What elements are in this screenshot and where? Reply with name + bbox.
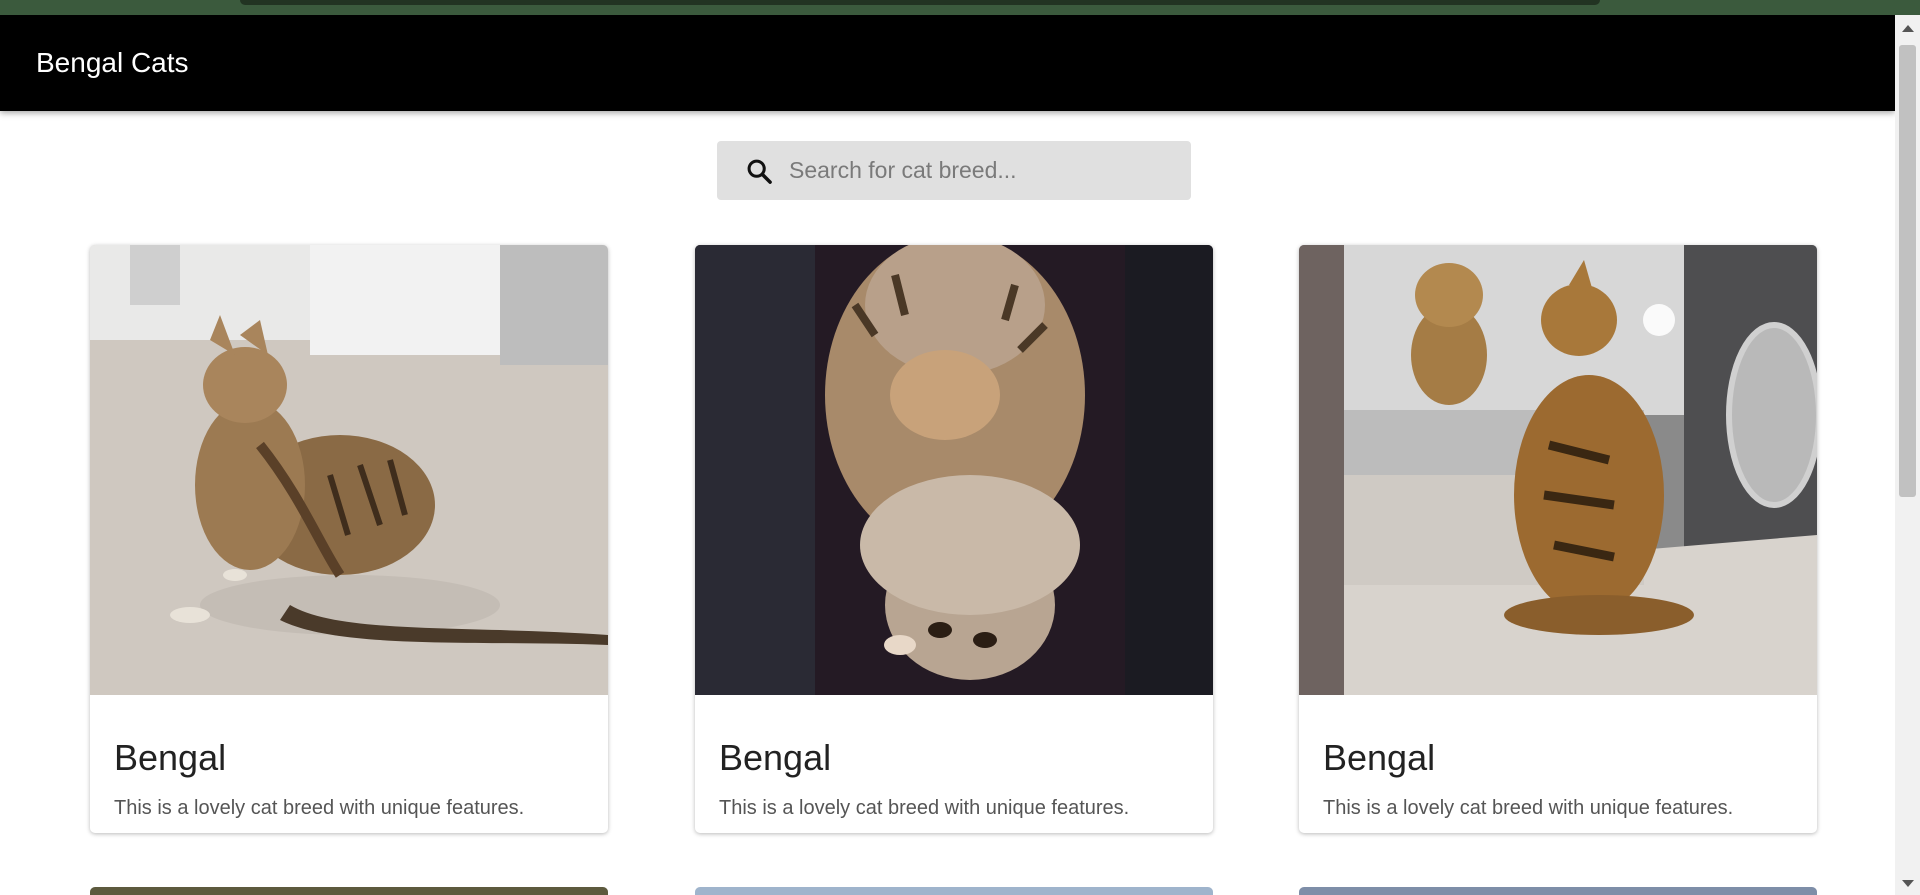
scroll-up-arrow-icon[interactable]: [1902, 25, 1914, 32]
card-description: This is a lovely cat breed with unique f…: [114, 797, 525, 819]
scroll-down-arrow-icon[interactable]: [1902, 880, 1914, 887]
cat-card-next-row[interactable]: [1299, 887, 1817, 895]
search-input[interactable]: [789, 153, 1169, 187]
page-viewport: Bengal Cats Search for cat breed... Beng…: [0, 15, 1895, 895]
vertical-scrollbar[interactable]: [1895, 15, 1920, 895]
card-title: Bengal: [114, 737, 227, 778]
cat-card-next-row[interactable]: [695, 887, 1213, 895]
cat-upside-down-photo: [695, 245, 1213, 695]
cat-mirror-photo: [1299, 245, 1817, 695]
search-box[interactable]: [717, 141, 1191, 200]
search-icon: [747, 159, 772, 184]
app-bar: Bengal Cats: [0, 15, 1895, 111]
cat-card[interactable]: Bengal This is a lovely cat breed with u…: [695, 245, 1213, 833]
card-description: This is a lovely cat breed with unique f…: [1323, 797, 1734, 819]
browser-chrome-strip: [0, 0, 1920, 15]
card-title: Bengal: [719, 737, 832, 778]
scrollbar-thumb[interactable]: [1899, 45, 1916, 497]
cat-card-next-row[interactable]: [90, 887, 608, 895]
cat-card[interactable]: Bengal This is a lovely cat breed with u…: [90, 245, 608, 833]
cat-card[interactable]: Bengal This is a lovely cat breed with u…: [1299, 245, 1817, 833]
browser-address-pill: [240, 0, 1600, 5]
card-description: This is a lovely cat breed with unique f…: [719, 797, 1130, 819]
app-title: Bengal Cats: [36, 47, 189, 78]
card-title: Bengal: [1323, 737, 1436, 778]
cat-scratching-photo: [90, 245, 608, 695]
